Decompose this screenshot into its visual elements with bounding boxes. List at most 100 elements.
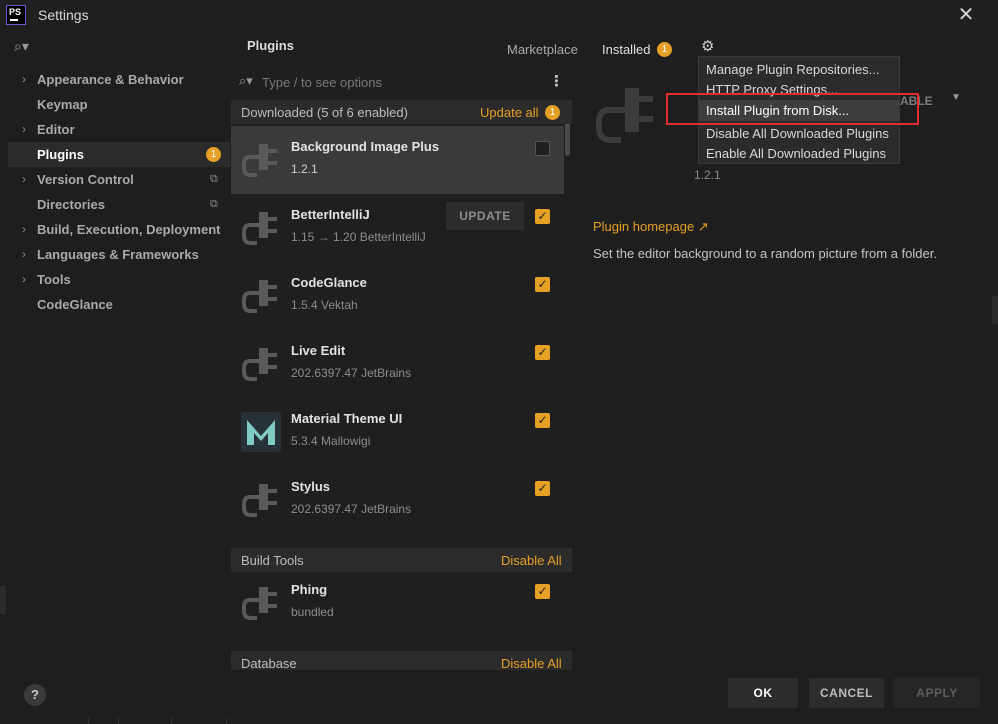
plugin-enabled-checkbox[interactable]: ✓	[535, 345, 550, 360]
sidebar-item-languages-frameworks[interactable]: › Languages & Frameworks	[8, 242, 230, 267]
plugin-name: Background Image Plus	[291, 139, 440, 154]
cancel-button[interactable]: CANCEL	[809, 678, 884, 708]
app-logo: PS	[6, 5, 26, 25]
search-placeholder: Type / to see options	[262, 75, 382, 90]
sidebar-item-tools[interactable]: › Tools	[8, 267, 230, 292]
group-action-link[interactable]: Disable All	[501, 553, 562, 568]
sidebar-item-label: CodeGlance	[37, 297, 113, 312]
status-divider	[118, 718, 119, 724]
plugin-row[interactable]: Background Image Plus 1.2.1	[231, 126, 564, 194]
plugin-homepage-link[interactable]: Plugin homepage ↗	[593, 219, 709, 235]
plugin-version-vendor: 5.3.4 Mallowigi	[291, 434, 371, 448]
plugin-version-vendor: bundled	[291, 605, 334, 619]
ok-button[interactable]: OK	[728, 678, 798, 708]
status-divider	[226, 718, 227, 724]
plugin-version: 1.2.1	[694, 168, 721, 182]
group-action-link[interactable]: Disable All	[501, 656, 562, 670]
window-edge-handle-left	[0, 586, 6, 614]
tab-marketplace[interactable]: Marketplace	[507, 42, 578, 57]
project-settings-icon: ⧉	[210, 173, 218, 185]
sidebar-item-keymap[interactable]: Keymap	[8, 92, 230, 117]
tab-installed[interactable]: Installed	[602, 42, 650, 57]
menu-item-manage-plugin-repositories[interactable]: Manage Plugin Repositories...	[699, 59, 899, 80]
plugin-search-field[interactable]: ⌕▾ Type / to see options ⋮	[231, 64, 572, 99]
sidebar-item-directories[interactable]: Directories ⧉	[8, 192, 230, 217]
plugin-enabled-checkbox[interactable]: ✓	[535, 413, 550, 428]
plugin-plug-icon	[242, 144, 277, 177]
installed-update-badge: 1	[657, 42, 672, 57]
plugin-plug-icon	[242, 280, 277, 313]
sidebar-item-label: Tools	[37, 272, 71, 287]
plugin-row[interactable]: CodeGlance 1.5.4 Vektah ✓	[231, 262, 564, 330]
chevron-right-icon[interactable]: ›	[22, 117, 26, 142]
plugin-row[interactable]: Stylus 202.6397.47 JetBrains ✓	[231, 466, 564, 534]
plugin-list-panel: ⌕▾ Type / to see options ⋮ Downloaded (5…	[231, 64, 572, 670]
annotation-highlight-box	[666, 93, 919, 125]
gear-icon[interactable]: ⚙	[701, 37, 714, 55]
plugin-version-vendor: 202.6397.47 JetBrains	[291, 502, 412, 516]
sidebar-item-plugins[interactable]: Plugins 1	[8, 142, 230, 167]
sidebar-item-version-control[interactable]: › Version Control ⧉	[8, 167, 230, 192]
plugin-name: Live Edit	[291, 343, 346, 358]
plugin-group-header: Downloaded (5 of 6 enabled) Update all 1	[231, 100, 572, 124]
update-button[interactable]: UPDATE	[446, 202, 524, 230]
menu-item-disable-all-downloaded-plugins[interactable]: Disable All Downloaded Plugins	[699, 123, 899, 144]
plugin-enabled-checkbox[interactable]: ✓	[535, 209, 550, 224]
page-title: Plugins	[247, 38, 294, 53]
sidebar-search-icon[interactable]: ⌕▾	[14, 38, 29, 55]
plugin-name: BetterIntelliJ	[291, 207, 370, 222]
plugin-name: Phing	[291, 582, 328, 597]
plugin-enabled-checkbox[interactable]: ✓	[535, 481, 550, 496]
plugin-row[interactable]: BetterIntelliJ 1.15 → 1.20 BetterIntelliJ…	[231, 194, 564, 262]
settings-sidebar: ⌕▾ › Appearance & Behavior Keymap › Editor Pl…	[8, 30, 230, 670]
more-options-icon[interactable]: ⋮	[549, 72, 564, 90]
plugin-version-vendor: 202.6397.47 JetBrains	[291, 366, 412, 380]
plugin-name: Stylus	[291, 479, 331, 494]
plugin-plug-icon	[242, 587, 277, 620]
sidebar-item-codeglance[interactable]: CodeGlance	[8, 292, 230, 317]
sidebar-item-appearance-behavior[interactable]: › Appearance & Behavior	[8, 67, 230, 92]
close-button[interactable]: ✕	[954, 3, 978, 27]
group-action-link[interactable]: Update all	[480, 105, 539, 120]
plugin-plug-icon	[596, 88, 653, 143]
chevron-right-icon[interactable]: ›	[22, 267, 26, 292]
sidebar-item-label: Keymap	[37, 97, 88, 112]
sidebar-item-label: Appearance & Behavior	[37, 72, 184, 87]
chevron-right-icon[interactable]: ›	[22, 217, 26, 242]
plugin-row[interactable]: Live Edit 202.6397.47 JetBrains ✓	[231, 330, 564, 398]
sidebar-item-editor[interactable]: › Editor	[8, 117, 230, 142]
window-title: Settings	[38, 7, 89, 23]
status-divider	[88, 718, 89, 724]
chevron-right-icon[interactable]: ›	[22, 67, 26, 92]
chevron-right-icon[interactable]: ›	[22, 242, 26, 267]
group-name: Database	[241, 656, 297, 670]
material-theme-icon	[241, 412, 281, 452]
plugin-version-vendor: 1.5.4 Vektah	[291, 298, 358, 312]
group-name: Build Tools	[241, 553, 304, 568]
plugin-group-header: Database Disable All	[231, 651, 572, 670]
plugin-plug-icon	[242, 484, 277, 517]
help-button[interactable]: ?	[24, 684, 46, 706]
sidebar-item-label: Build, Execution, Deployment	[37, 222, 221, 237]
sidebar-item-label: Plugins	[37, 147, 84, 162]
plugin-name: CodeGlance	[291, 275, 367, 290]
sidebar-item-label: Languages & Frameworks	[37, 247, 199, 262]
plugin-enabled-checkbox[interactable]	[535, 141, 550, 156]
chevron-right-icon[interactable]: ›	[22, 167, 26, 192]
group-name: Downloaded (5 of 6 enabled)	[241, 105, 408, 120]
dialog-footer: ? OK CANCEL APPLY	[0, 670, 998, 724]
title-bar: PS Settings ✕	[0, 0, 998, 30]
plugin-plug-icon	[242, 348, 277, 381]
sidebar-item-label: Editor	[37, 122, 75, 137]
apply-button[interactable]: APPLY	[894, 678, 980, 708]
menu-item-enable-all-downloaded-plugins[interactable]: Enable All Downloaded Plugins	[699, 143, 899, 164]
sidebar-item-label: Directories	[37, 197, 105, 212]
plugin-enabled-checkbox[interactable]: ✓	[535, 584, 550, 599]
plugin-plug-icon	[242, 212, 277, 245]
sidebar-item-build-execution-deployment[interactable]: › Build, Execution, Deployment	[8, 217, 230, 242]
plugin-row[interactable]: Material Theme UI 5.3.4 Mallowigi ✓	[231, 398, 564, 466]
chevron-down-icon[interactable]: ▼	[951, 92, 961, 103]
plugin-version-vendor: 1.2.1	[291, 162, 318, 176]
plugin-enabled-checkbox[interactable]: ✓	[535, 277, 550, 292]
plugin-row[interactable]: Phing bundled ✓	[231, 569, 564, 637]
